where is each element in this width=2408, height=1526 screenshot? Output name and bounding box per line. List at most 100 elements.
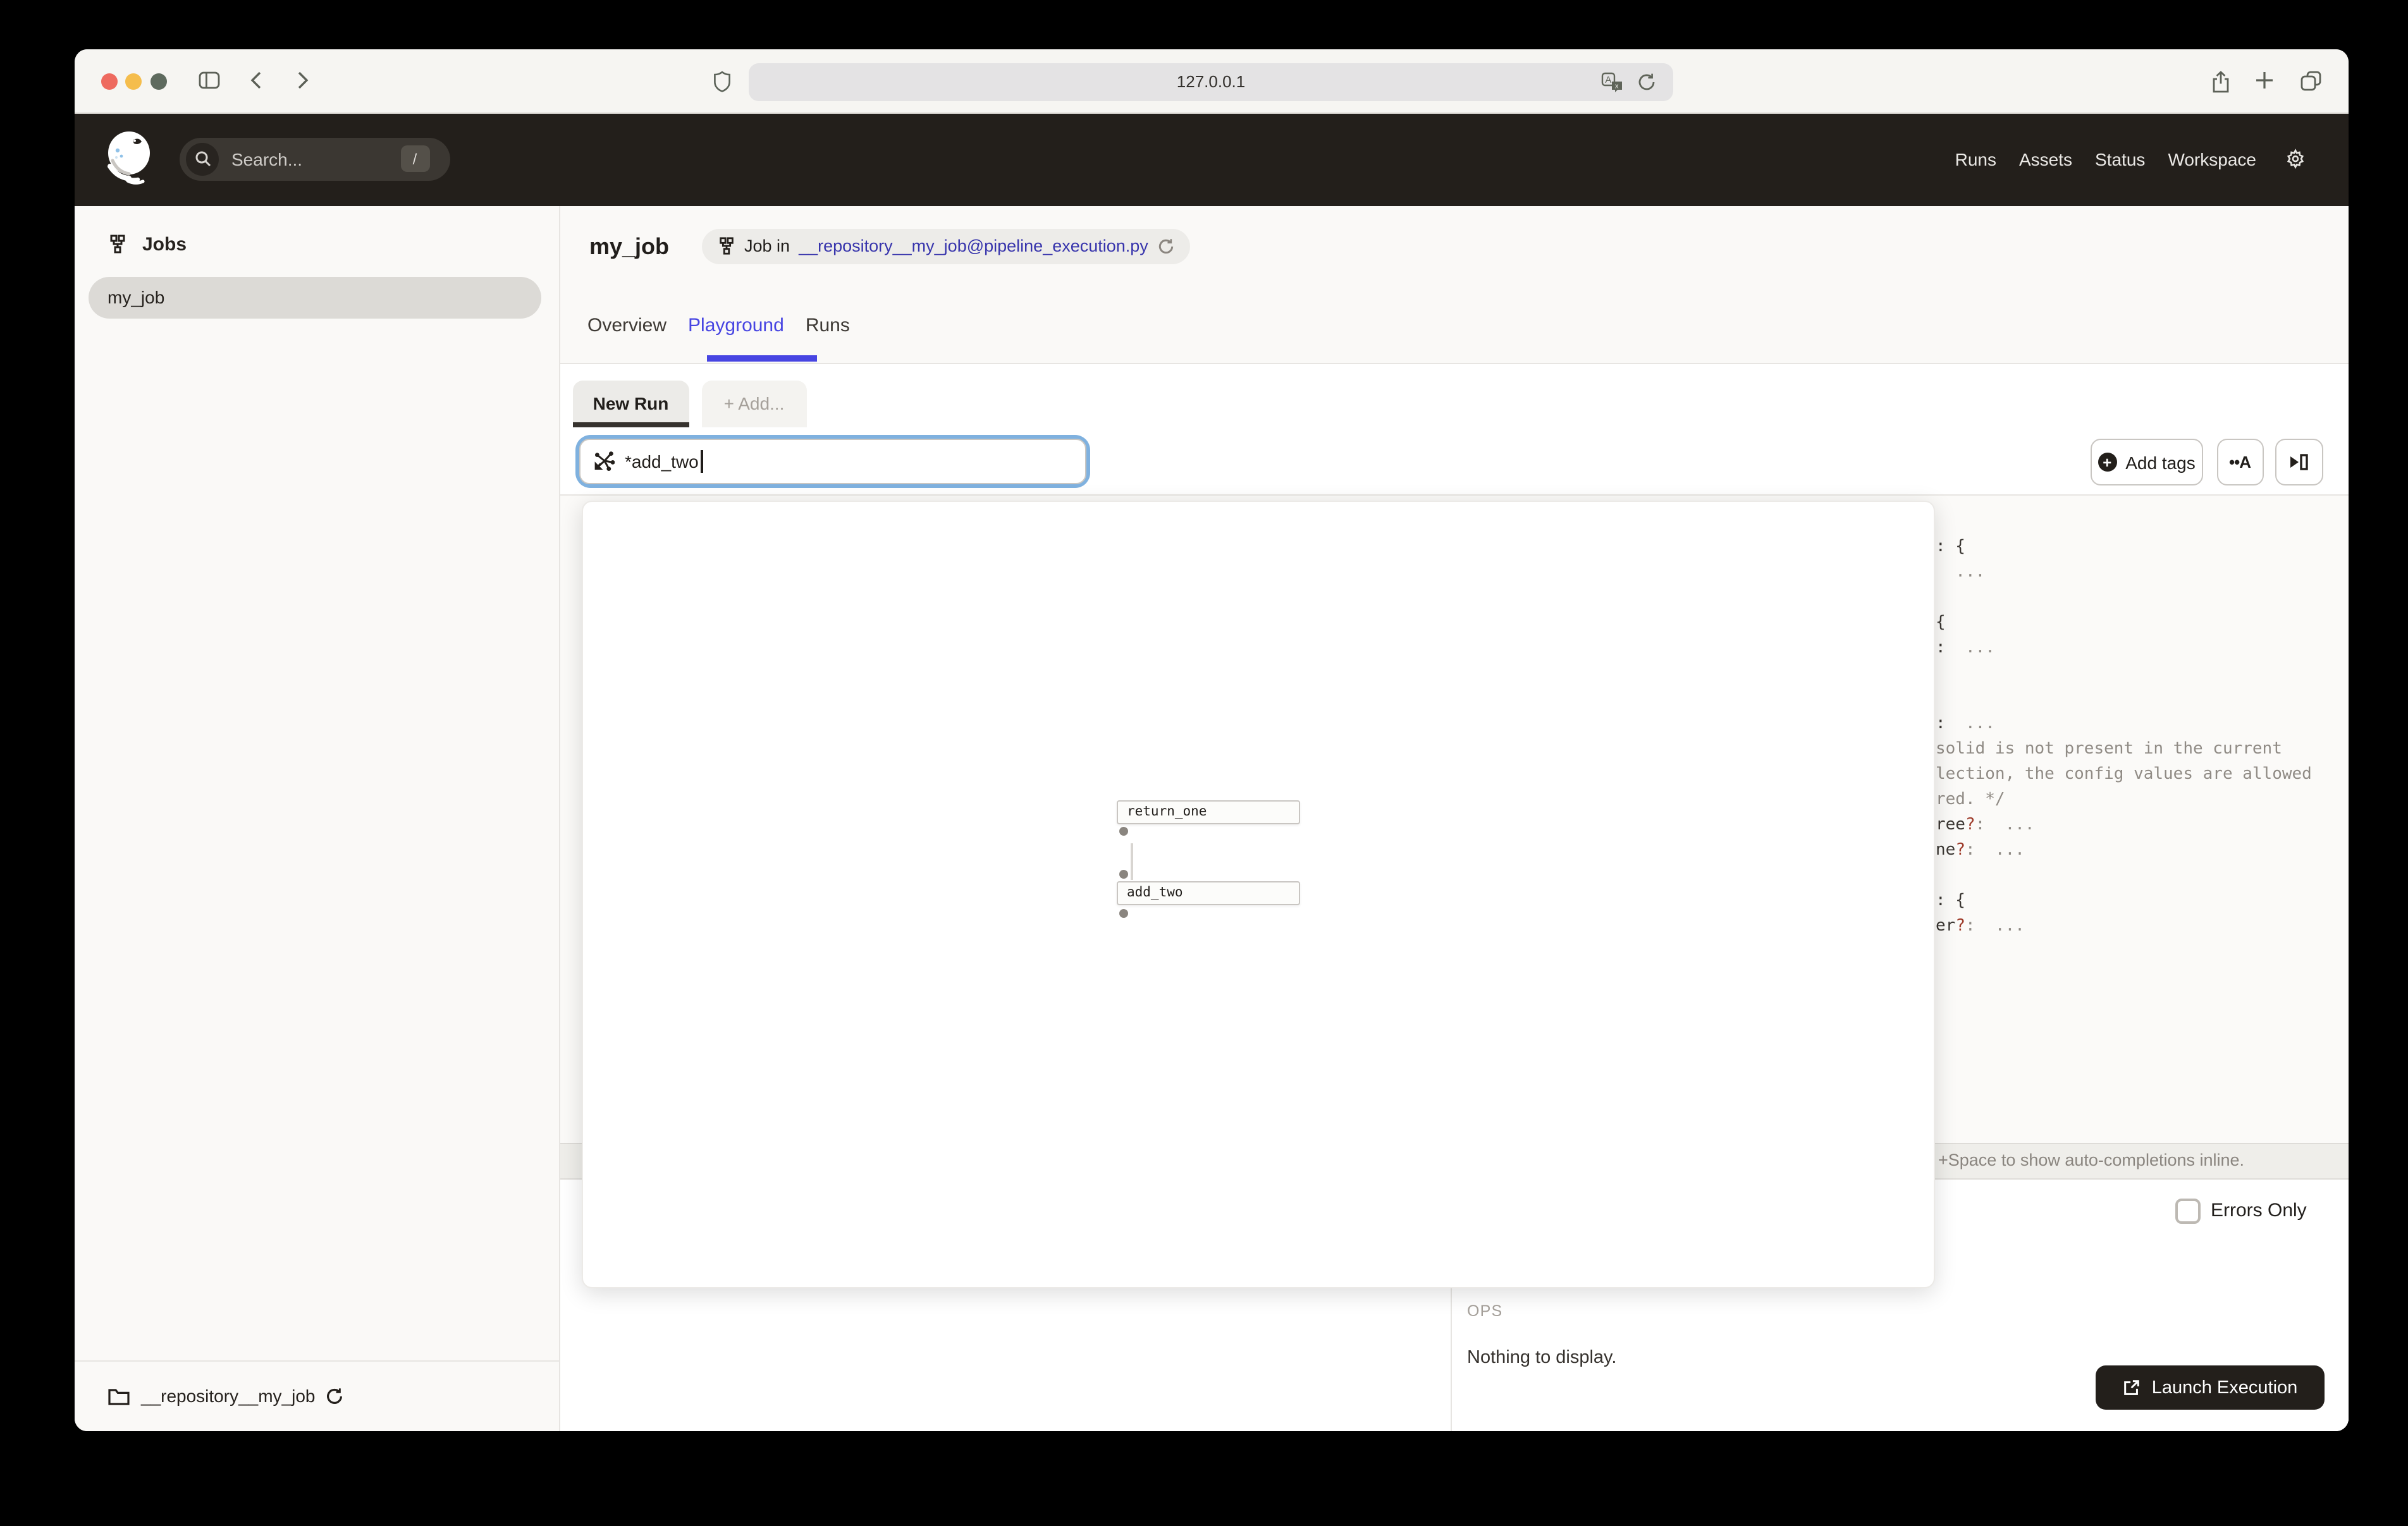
window-minimize-button[interactable] xyxy=(125,73,142,89)
content: Jobs my_job __repository__my_job xyxy=(74,205,2348,1431)
jobs-icon xyxy=(107,234,127,254)
errors-only-control: Errors Only xyxy=(2175,1198,2307,1223)
jobs-sidebar: Jobs my_job __repository__my_job xyxy=(74,205,560,1431)
op-selector-field: *add_two xyxy=(579,439,1086,484)
graph-node-add-two[interactable]: add_two xyxy=(1117,881,1300,905)
nav-runs[interactable]: Runs xyxy=(1955,150,1996,170)
search-icon xyxy=(186,142,219,175)
jobs-section-title: Jobs xyxy=(142,233,187,255)
op-graph-popover: return_one add_two xyxy=(582,501,1935,1288)
nav-workspace[interactable]: Workspace xyxy=(2168,150,2256,170)
tab-playground[interactable]: Playground xyxy=(688,314,784,336)
op-selector-input[interactable]: *add_two xyxy=(575,434,1090,488)
context-reload-icon[interactable] xyxy=(1157,238,1175,255)
svg-text:A: A xyxy=(1605,75,1611,85)
graph-node-return-one[interactable]: return_one xyxy=(1117,800,1300,824)
add-session-label: + Add... xyxy=(724,394,785,414)
folder-icon xyxy=(107,1387,130,1406)
job-context-link[interactable]: __repository__my_job@pipeline_execution.… xyxy=(799,237,1148,256)
node-label: add_two xyxy=(1127,886,1183,901)
op-selector-icon xyxy=(593,451,615,472)
config-line xyxy=(1936,585,2312,610)
app-header: Search... / Runs Assets Status Workspace xyxy=(74,114,2348,205)
plus-circle-icon: + xyxy=(2098,453,2116,472)
autocomplete-toggle-button[interactable]: ••A xyxy=(2216,439,2263,485)
config-line xyxy=(1936,686,2312,711)
run-preview-toggle-button[interactable] xyxy=(2275,439,2323,485)
back-icon[interactable] xyxy=(250,71,261,90)
config-line: : { xyxy=(1936,888,2312,913)
window-close-button[interactable] xyxy=(101,73,117,89)
sidebar-item-label: my_job xyxy=(108,288,164,308)
translate-icon[interactable]: Ax xyxy=(1601,72,1623,92)
repository-footer: __repository__my_job xyxy=(74,1360,558,1431)
browser-window: 127.0.0.1 Ax xyxy=(74,49,2348,1431)
external-link-icon xyxy=(2123,1378,2142,1397)
tab-overview[interactable]: Overview xyxy=(587,314,666,336)
editor-help-text: +Space to show auto-completions inline. xyxy=(1938,1151,2244,1169)
config-editor-lines: : { ...{: ...: ...solid is not present i… xyxy=(1936,534,2312,939)
config-line: ne?: ... xyxy=(1936,838,2312,863)
config-line xyxy=(1936,661,2312,686)
config-line: er?: ... xyxy=(1936,913,2312,939)
sidebar-item-my-job[interactable]: my_job xyxy=(89,277,541,318)
job-graph-icon xyxy=(716,237,735,256)
launch-execution-button[interactable]: Launch Execution xyxy=(2096,1365,2325,1410)
edge-line xyxy=(1131,843,1133,879)
share-icon[interactable] xyxy=(2210,71,2230,94)
privacy-shield-icon[interactable] xyxy=(713,71,730,92)
screenshot: 127.0.0.1 Ax xyxy=(0,0,2408,1526)
nav-assets[interactable]: Assets xyxy=(2019,150,2072,170)
errors-only-checkbox[interactable] xyxy=(2175,1198,2201,1223)
config-line: solid is not present in the current xyxy=(1936,736,2312,762)
jobs-section-header: Jobs xyxy=(107,233,187,255)
repository-reload-icon[interactable] xyxy=(326,1387,345,1406)
page-title: my_job xyxy=(589,233,669,260)
config-line: lection, the config values are allowed xyxy=(1936,762,2312,787)
nav-status[interactable]: Status xyxy=(2095,150,2145,170)
new-tab-icon[interactable] xyxy=(2255,71,2274,90)
ops-section-title: OPS xyxy=(1467,1302,1502,1319)
node-label: return_one xyxy=(1127,804,1207,819)
search-placeholder: Search... xyxy=(231,149,400,169)
add-tags-label: Add tags xyxy=(2125,452,2196,472)
errors-only-label: Errors Only xyxy=(2211,1200,2307,1221)
job-context-pill: Job in __repository__my_job@pipeline_exe… xyxy=(701,229,1190,264)
main-panel: my_job Job in __repository__my_job@pipel… xyxy=(560,205,2348,1431)
play-panel-icon xyxy=(2288,453,2310,472)
session-tab-add[interactable]: + Add... xyxy=(701,381,807,427)
forward-icon[interactable] xyxy=(297,71,308,90)
tab-overview-icon[interactable] xyxy=(2300,71,2321,91)
launch-execution-label: Launch Execution xyxy=(2152,1377,2298,1398)
config-line: { xyxy=(1936,610,2312,635)
job-tabs: Overview Playground Runs xyxy=(587,314,850,336)
config-line: red. */ xyxy=(1936,787,2312,812)
search-shortcut-badge: / xyxy=(400,145,429,172)
output-port-icon xyxy=(1119,908,1127,917)
page-reload-icon[interactable] xyxy=(1637,72,1657,92)
config-line: ree?: ... xyxy=(1936,812,2312,838)
text-caret xyxy=(701,450,703,473)
browser-chrome: 127.0.0.1 Ax xyxy=(74,49,2348,114)
config-line: : ... xyxy=(1936,711,2312,736)
config-line xyxy=(1936,863,2312,888)
session-tab-label: New Run xyxy=(593,394,669,414)
settings-gear-icon[interactable] xyxy=(2284,149,2307,171)
window-zoom-button[interactable] xyxy=(150,73,166,89)
job-context-prefix: Job in xyxy=(744,237,790,256)
playground-toolbar: *add_two + Add tags ••A xyxy=(560,427,2348,495)
config-line: : { xyxy=(1936,534,2312,559)
search-input[interactable]: Search... / xyxy=(180,137,450,180)
add-tags-button[interactable]: + Add tags xyxy=(2090,439,2203,485)
sidebar-toggle-icon[interactable] xyxy=(198,71,219,90)
config-line: ... xyxy=(1936,559,2312,585)
tab-runs[interactable]: Runs xyxy=(806,314,850,336)
app-nav: Runs Assets Status Workspace xyxy=(1955,114,2307,205)
job-header: my_job Job in __repository__my_job@pipel… xyxy=(560,205,2348,363)
active-tab-underline xyxy=(706,355,817,361)
url-field[interactable]: 127.0.0.1 Ax xyxy=(749,63,1673,101)
svg-text:x: x xyxy=(1615,83,1619,90)
dagster-logo[interactable] xyxy=(103,129,154,187)
op-selector-value: *add_two xyxy=(625,451,699,472)
session-tab-new-run[interactable]: New Run xyxy=(573,381,689,427)
